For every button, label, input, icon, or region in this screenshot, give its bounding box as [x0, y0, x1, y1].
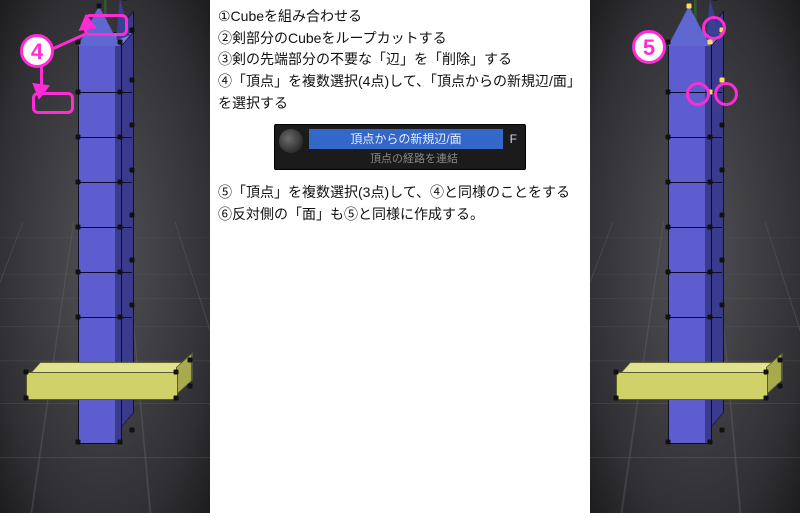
- annotation-rect-side: [32, 92, 74, 114]
- viewport-left[interactable]: 4: [0, 0, 210, 513]
- instruction-text: ①Cubeを組み合わせる ②剣部分のCubeをループカットする ③剣の先端部分の…: [218, 6, 582, 226]
- menu-item-shortcut: F: [510, 129, 517, 149]
- annotation-circle-right-vertex: [714, 82, 738, 106]
- annotation-rect-top: [84, 14, 128, 36]
- step-1: ①Cubeを組み合わせる: [218, 6, 582, 28]
- annotation-badge-5: 5: [632, 30, 666, 64]
- tutorial-canvas: 4: [0, 0, 800, 513]
- step-5: ⑤「頂点」を複数選択(3点)して、④と同様のことをする: [218, 182, 582, 204]
- context-menu-screenshot: 頂点からの新規辺/面 F 頂点の経路を連結: [274, 124, 526, 170]
- step-3: ③剣の先端部分の不要な「辺」を「削除」する: [218, 49, 582, 71]
- annotation-circle-tip-vertex: [702, 16, 726, 40]
- annotation-circle-left-vertex: [686, 82, 710, 106]
- menu-item-dimmed[interactable]: 頂点の経路を連結: [309, 151, 519, 167]
- sword-model-left: [78, 22, 132, 472]
- step-2: ②剣部分のCubeをループカットする: [218, 28, 582, 50]
- viewport-right[interactable]: 5: [590, 0, 800, 513]
- step-4: ④「頂点」を複数選択(4点)して、「頂点からの新規辺/面」を選択する: [218, 71, 582, 114]
- step-6: ⑥反対側の「面」も⑤と同様に作成する。: [218, 204, 582, 226]
- annotation-badge-4: 4: [20, 34, 54, 68]
- menu-item-highlighted[interactable]: 頂点からの新規辺/面: [309, 129, 503, 149]
- radial-menu-icon: [279, 129, 303, 153]
